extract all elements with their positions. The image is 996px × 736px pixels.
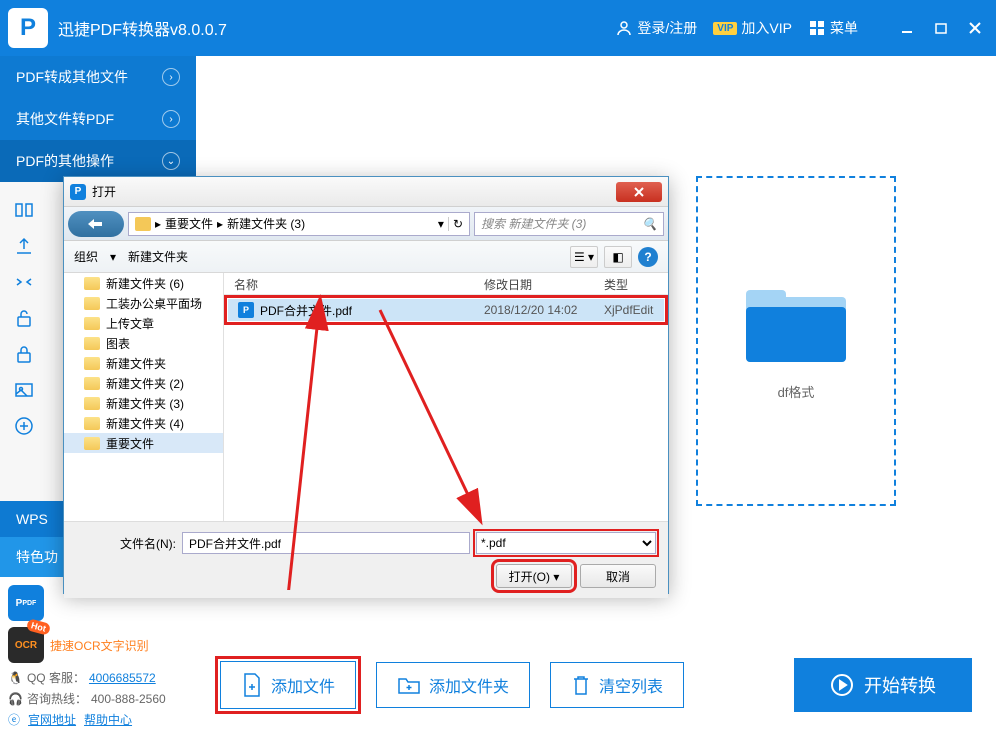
col-name[interactable]: 名称	[224, 273, 474, 294]
folder-plus-icon	[397, 675, 421, 695]
phone-icon: 🎧	[8, 692, 23, 706]
tree-item[interactable]: 新建文件夹	[64, 353, 223, 373]
search-icon: 🔍	[642, 217, 657, 231]
dialog-nav: ▸ 重要文件 ▸ 新建文件夹 (3) ▾ ↻ 搜索 新建文件夹 (3) 🔍	[64, 207, 668, 241]
dialog-titlebar: P 打开	[64, 177, 668, 207]
export-icon[interactable]	[0, 228, 48, 264]
file-list: 名称 修改日期 类型 P PDF合并文件.pdf 2018/12/20 14:0…	[224, 273, 668, 521]
nav-pdf-to-other[interactable]: PDF转成其他文件 ›	[0, 56, 196, 98]
folder-icon	[84, 277, 100, 290]
dialog-title: 打开	[92, 183, 616, 200]
help-icon[interactable]: ?	[638, 247, 658, 267]
add-page-icon[interactable]	[0, 408, 48, 444]
chevron-right-icon: ›	[162, 68, 180, 86]
tree-item[interactable]: 新建文件夹 (4)	[64, 413, 223, 433]
login-link[interactable]: 登录/注册	[615, 18, 697, 38]
file-row[interactable]: P PDF合并文件.pdf 2018/12/20 14:02 XjPdfEdit	[228, 299, 664, 321]
organize-button[interactable]: 组织	[74, 248, 98, 265]
minimize-button[interactable]	[894, 18, 920, 38]
trash-icon	[571, 674, 591, 696]
nav-back-button[interactable]	[68, 211, 124, 237]
lock-icon[interactable]	[0, 336, 48, 372]
view-mode-button[interactable]: ☰ ▾	[570, 246, 598, 268]
close-button[interactable]	[962, 18, 988, 38]
qq-number-link[interactable]: 4006685572	[89, 671, 156, 685]
app-logo: P	[8, 8, 48, 48]
new-folder-button[interactable]: 新建文件夹	[128, 248, 188, 265]
start-convert-button[interactable]: 开始转换	[794, 658, 972, 712]
tree-item[interactable]: 图表	[64, 333, 223, 353]
open-button[interactable]: 打开(O) ▾	[496, 564, 572, 588]
folder-icon	[84, 357, 100, 370]
ie-icon: ⓔ	[8, 711, 20, 728]
folder-icon	[84, 337, 100, 350]
ocr-promo-text[interactable]: 捷速OCR文字识别	[50, 637, 149, 654]
folder-tree: 新建文件夹 (6) 工装办公桌平面场 上传文章 图表 新建文件夹 新建文件夹 (…	[64, 273, 224, 521]
user-icon	[615, 19, 633, 37]
help-center-link[interactable]: 帮助中心	[84, 711, 132, 728]
clear-list-button[interactable]: 清空列表	[550, 662, 684, 708]
format-hint: df格式	[778, 382, 815, 401]
dropzone[interactable]: df格式	[696, 176, 896, 506]
add-folder-button[interactable]: 添加文件夹	[376, 662, 530, 708]
folder-icon	[84, 397, 100, 410]
folder-icon	[84, 377, 100, 390]
add-file-button[interactable]: 添加文件	[220, 661, 356, 709]
dialog-app-icon: P	[70, 184, 86, 200]
folder-icon	[84, 297, 100, 310]
compress-icon[interactable]	[0, 264, 48, 300]
folder-icon	[746, 282, 846, 362]
image-icon[interactable]	[0, 372, 48, 408]
folder-icon	[135, 217, 151, 231]
unlock-icon[interactable]	[0, 300, 48, 336]
vip-badge-icon: VIP	[713, 22, 737, 35]
ocr-app-icon: OCRHot	[8, 627, 44, 663]
tree-item[interactable]: 新建文件夹 (6)	[64, 273, 223, 293]
chevron-down-icon: ⌄	[162, 152, 180, 170]
dialog-toolbar: 组织 ▾ 新建文件夹 ☰ ▾ ◧ ?	[64, 241, 668, 273]
filetype-select[interactable]: *.pdf	[476, 532, 656, 554]
filename-label: 文件名(N):	[76, 535, 176, 552]
file-list-header: 名称 修改日期 类型	[224, 273, 668, 295]
maximize-button[interactable]	[928, 18, 954, 38]
tree-item[interactable]: 新建文件夹 (2)	[64, 373, 223, 393]
app-title: 迅捷PDF转换器v8.0.0.7	[58, 16, 615, 40]
grid-icon	[808, 19, 826, 37]
filename-input[interactable]	[182, 532, 470, 554]
chevron-right-icon: ›	[162, 110, 180, 128]
qq-contact: 🐧 QQ 客服： 4006685572	[8, 669, 188, 686]
tree-item[interactable]: 工装办公桌平面场	[64, 293, 223, 313]
close-icon	[633, 186, 645, 198]
folder-icon	[84, 417, 100, 430]
pdf-app-icon: PPDF	[8, 585, 44, 621]
cancel-button[interactable]: 取消	[580, 564, 656, 588]
address-bar[interactable]: ▸ 重要文件 ▸ 新建文件夹 (3) ▾ ↻	[128, 212, 470, 236]
nav-other-to-pdf[interactable]: 其他文件转PDF ›	[0, 98, 196, 140]
tree-item[interactable]: 重要文件	[64, 433, 223, 453]
pdf-file-icon: P	[238, 302, 254, 318]
play-icon	[830, 673, 854, 697]
vip-link[interactable]: VIP 加入VIP	[713, 18, 792, 38]
tree-item[interactable]: 新建文件夹 (3)	[64, 393, 223, 413]
col-type[interactable]: 类型	[594, 273, 668, 294]
hotline-contact: 🎧 咨询热线： 400-888-2560	[8, 690, 188, 707]
official-site-link[interactable]: 官网地址	[28, 711, 76, 728]
dialog-close-button[interactable]	[616, 182, 662, 202]
preview-pane-button[interactable]: ◧	[604, 246, 632, 268]
folder-icon	[84, 437, 100, 450]
file-plus-icon	[241, 672, 263, 698]
titlebar: P 迅捷PDF转换器v8.0.0.7 登录/注册 VIP 加入VIP 菜单	[0, 0, 996, 56]
file-open-dialog: P 打开 ▸ 重要文件 ▸ 新建文件夹 (3) ▾ ↻ 搜索 新建文件夹 (3)…	[63, 176, 669, 594]
refresh-icon[interactable]: ↻	[448, 217, 463, 231]
split-icon[interactable]	[0, 192, 48, 228]
tree-item[interactable]: 上传文章	[64, 313, 223, 333]
col-date[interactable]: 修改日期	[474, 273, 594, 294]
menu-link[interactable]: 菜单	[808, 18, 858, 38]
qq-icon: 🐧	[8, 671, 23, 685]
search-input[interactable]: 搜索 新建文件夹 (3) 🔍	[474, 212, 664, 236]
back-arrow-icon	[86, 217, 106, 231]
folder-icon	[84, 317, 100, 330]
